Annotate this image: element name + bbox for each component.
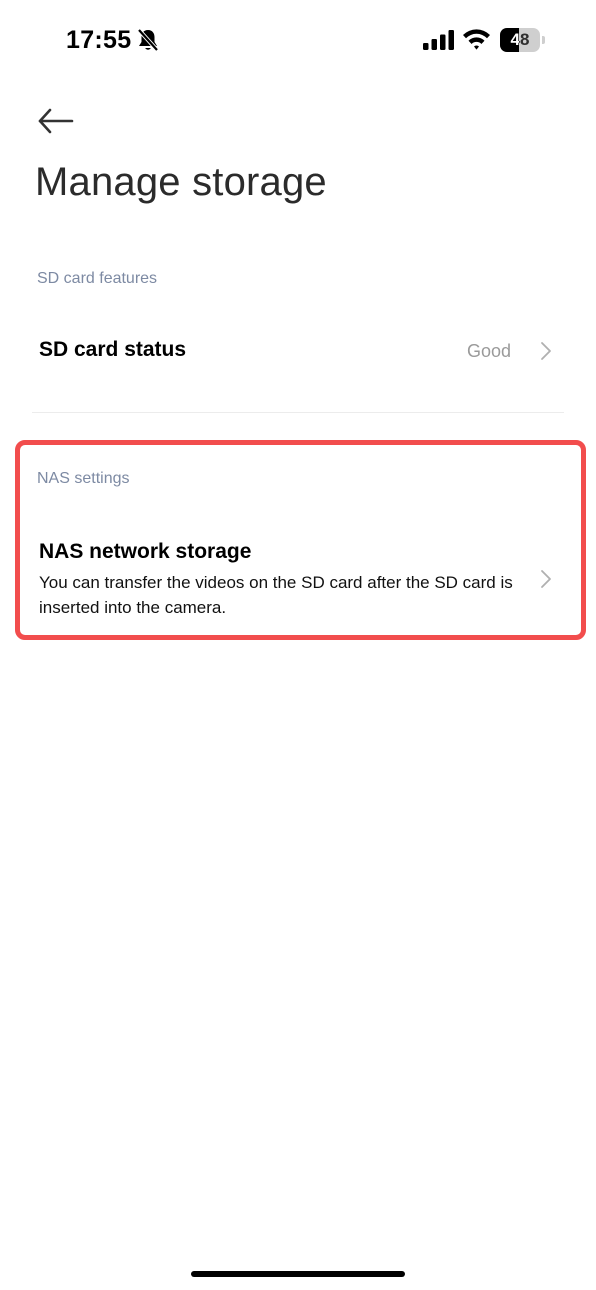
chevron-right-icon <box>541 342 551 360</box>
wifi-icon <box>463 29 490 50</box>
bell-off-icon <box>137 28 159 52</box>
section-label-nas-settings: NAS settings <box>37 470 130 487</box>
sd-card-status-title: SD card status <box>39 338 187 361</box>
arrow-left-icon <box>38 108 74 134</box>
back-button[interactable] <box>36 104 76 138</box>
section-label-sd-card-features: SD card features <box>37 270 158 287</box>
battery-icon: 48 <box>500 28 546 52</box>
chevron-right-icon <box>541 570 551 588</box>
status-time: 17:55 <box>66 26 132 54</box>
status-bar: 17:55 48 <box>0 0 596 80</box>
sd-card-status-row[interactable]: SD card status Good <box>32 316 564 386</box>
page-title: Manage storage <box>35 160 327 204</box>
sd-card-status-value: Good <box>466 341 511 361</box>
nas-network-storage-row[interactable]: NAS network storage You can transfer the… <box>32 534 564 630</box>
signal-icon <box>423 30 454 50</box>
home-indicator[interactable] <box>191 1271 405 1277</box>
nas-network-storage-title: NAS network storage <box>39 540 252 563</box>
battery-cap <box>542 36 545 44</box>
battery-body: 48 <box>500 28 540 52</box>
nas-network-storage-description: You can transfer the videos on the SD ca… <box>39 573 513 617</box>
divider <box>32 412 564 413</box>
battery-level: 48 <box>510 30 530 49</box>
